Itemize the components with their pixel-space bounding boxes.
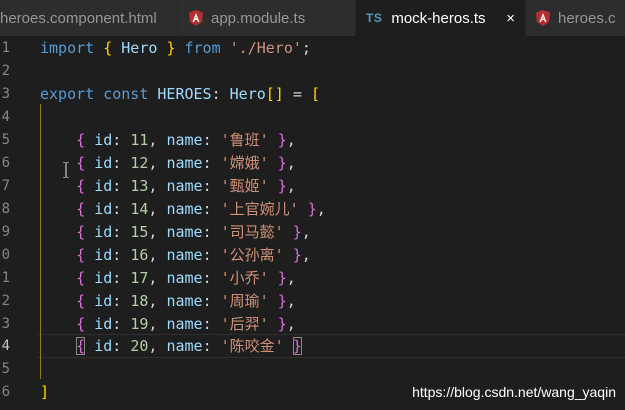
line-number: 8: [1, 201, 10, 217]
tab-heroes-component-html[interactable]: heroes.component.html: [0, 0, 178, 36]
line-number-gutter: 1 2 3 4 5 6 7 8 9 0 1 2 3 4 5 6: [0, 36, 12, 410]
hero-entry: { id: 11, name: '鲁班' },: [76, 131, 296, 149]
line-number: 3: [1, 86, 10, 102]
line-number-active: 4: [1, 338, 10, 354]
typescript-icon: TS: [366, 11, 383, 25]
tab-heroes-component-ts[interactable]: heroes.c: [526, 0, 625, 36]
hero-entry: { id: 14, name: '上官婉儿' },: [76, 200, 326, 218]
code-line: export const HEROES: Hero[] = [: [40, 85, 320, 103]
tab-label: heroes.component.html: [0, 9, 157, 27]
hero-entry: { id: 19, name: '后羿' },: [76, 315, 296, 333]
tab-label: mock-heros.ts: [391, 9, 486, 27]
hero-entry: { id: 12, name: '嫦娥' },: [76, 154, 296, 172]
tab-label: heroes.c: [558, 9, 616, 27]
line-number: 7: [1, 178, 10, 194]
tab-mock-heros-ts[interactable]: TS mock-heros.ts ×: [356, 0, 526, 36]
line-number: 2: [1, 63, 10, 79]
line-number: 1: [1, 40, 10, 56]
hero-entry: { id: 13, name: '甄姬' },: [76, 177, 296, 195]
hero-entry: { id: 16, name: '公孙离' },: [76, 246, 311, 264]
code-line: ]: [40, 383, 50, 401]
hero-entry: { id: 15, name: '司马懿' },: [76, 223, 311, 241]
line-number: 1: [1, 270, 10, 286]
line-number: 4: [1, 109, 10, 125]
line-number: 6: [1, 384, 10, 400]
line-number: 5: [1, 361, 10, 377]
hero-entry: { id: 18, name: '周瑜' },: [76, 292, 296, 310]
code-line: import { Hero } from './Hero';: [40, 39, 311, 57]
line-number: 5: [1, 132, 10, 148]
line-number: 3: [1, 316, 10, 332]
tab-label: app.module.ts: [211, 9, 306, 27]
watermark: https://blog.csdn.net/wang_yaqin: [412, 384, 616, 400]
close-icon[interactable]: ×: [506, 10, 515, 27]
code-editor[interactable]: 1 2 3 4 5 6 7 8 9 0 1 2 3 4 5 6 import {…: [0, 36, 625, 410]
code-content[interactable]: import { Hero } from './Hero'; export co…: [40, 36, 625, 410]
line-number: 9: [1, 224, 10, 240]
angular-icon: [189, 10, 203, 26]
editor-tab-bar: heroes.component.html app.module.ts TS m…: [0, 0, 625, 36]
line-number: 2: [1, 293, 10, 309]
tab-app-module-ts[interactable]: app.module.ts: [178, 0, 356, 36]
angular-icon: [536, 10, 550, 26]
line-number: 6: [1, 155, 10, 171]
hero-entry-current: { id: 20, name: '陈咬金' }: [76, 337, 302, 355]
line-number: 0: [1, 247, 10, 263]
hero-entry: { id: 17, name: '小乔' },: [76, 269, 296, 287]
